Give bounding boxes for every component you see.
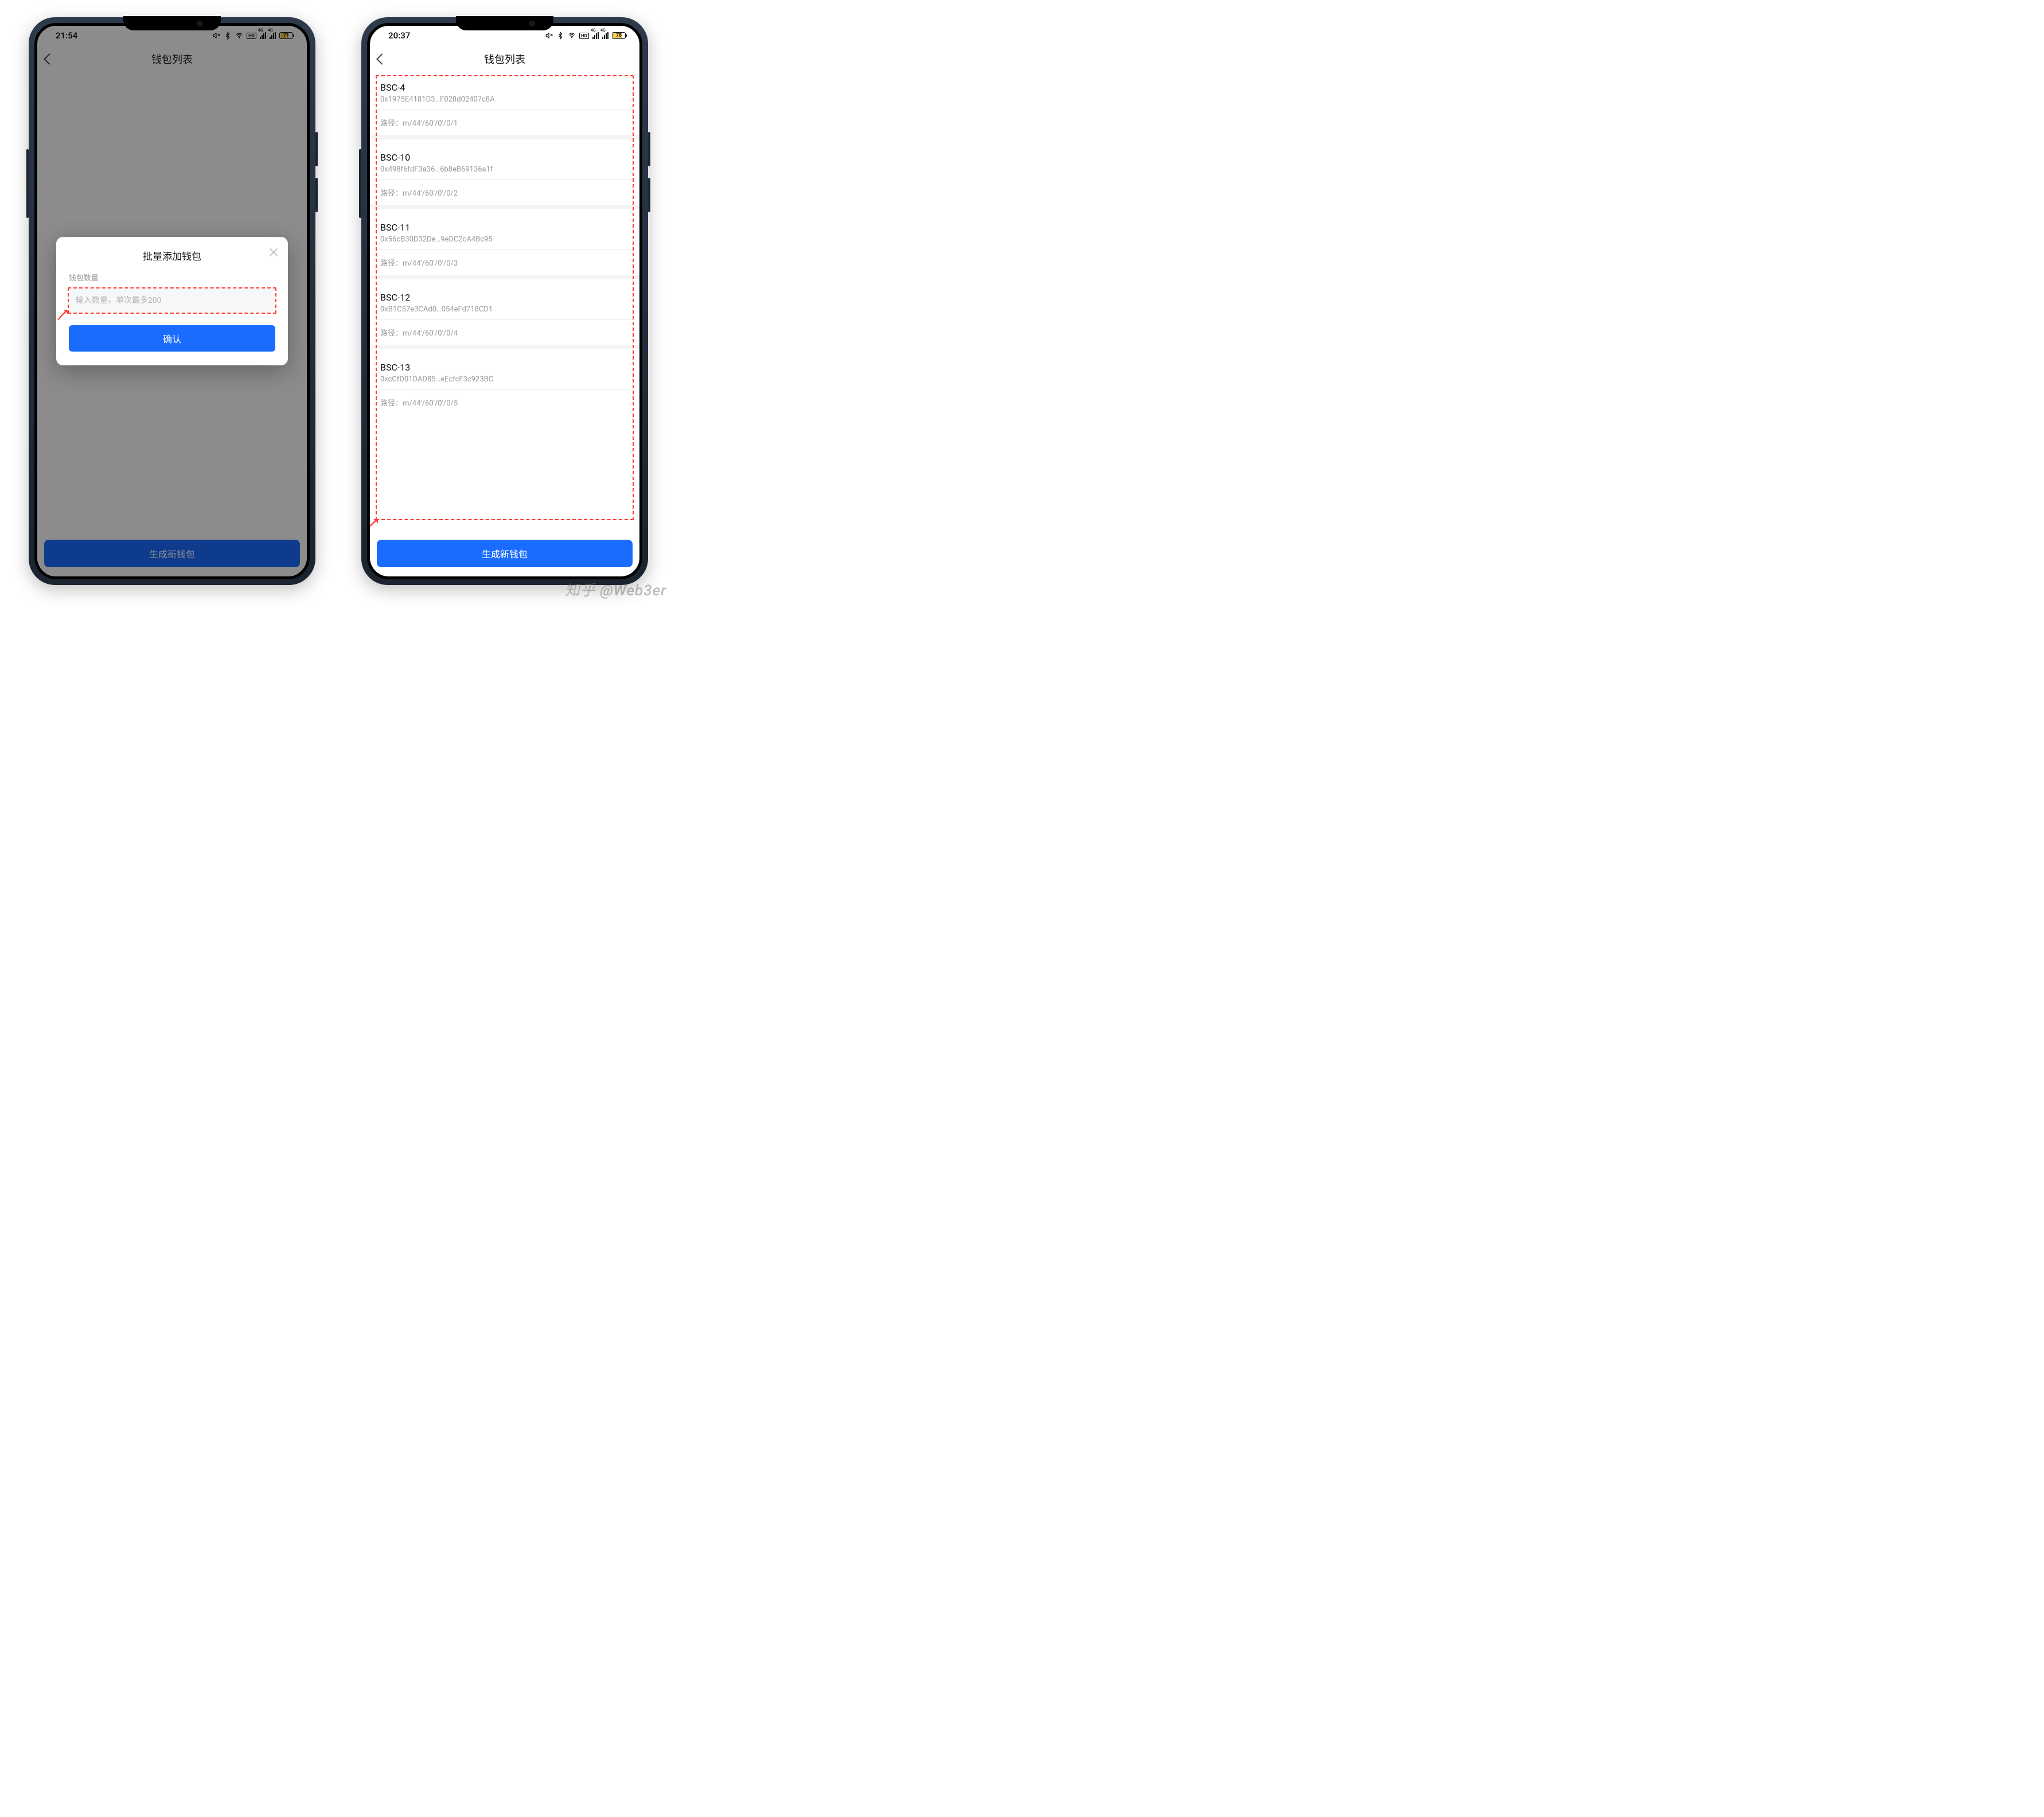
wallet-address: 0xB1C57e3CAd0…054eFd718CD1 (380, 305, 629, 314)
modal-title: 批量添加钱包 (69, 248, 275, 263)
app-header: 钱包列表 (370, 45, 639, 73)
wallet-name: BSC-13 (380, 362, 629, 373)
signal-2-icon: 4G (602, 32, 608, 39)
wallet-item[interactable]: BSC-4 0x1975E4181D3…F028d02407c8A 路径：m/44'… (377, 75, 633, 139)
list-separator (370, 205, 639, 209)
page-title: 钱包列表 (484, 52, 525, 67)
wallet-item[interactable]: BSC-12 0xB1C57e3CAd0…054eFd718CD1 路径：m/44'… (377, 285, 633, 349)
wallet-address: 0xcCfD01DAD85…eEcfcF3c923BC (380, 375, 629, 384)
wallet-item[interactable]: BSC-11 0x56cB30D32De…9eDC2cA4Bc95 路径：m/44'… (377, 215, 633, 279)
screen-left: 21:54 HD 4G 4G 71 钱包列表 生成新钱包 (34, 23, 310, 579)
confirm-button[interactable]: 确认 (69, 325, 275, 352)
list-separator (370, 275, 639, 279)
wallet-name: BSC-11 (380, 222, 629, 233)
wallet-name: BSC-12 (380, 292, 629, 303)
status-icons: HD 4G 4G 78 (545, 32, 626, 40)
wallet-path: 路径：m/44'/60'/0'/0/1 (377, 110, 633, 135)
close-icon[interactable] (268, 247, 279, 258)
back-icon[interactable] (376, 53, 388, 65)
confirm-label: 确认 (163, 332, 181, 345)
wallet-path: 路径：m/44'/60'/0'/0/4 (377, 320, 633, 345)
list-separator (370, 135, 639, 139)
mute-icon (545, 32, 553, 40)
bluetooth-icon (556, 32, 564, 40)
wallet-count-input-wrap (69, 288, 275, 313)
batch-add-modal: 批量添加钱包 钱包数量 确认 (56, 237, 288, 365)
wifi-icon (568, 32, 576, 40)
phone-left-frame: 21:54 HD 4G 4G 71 钱包列表 生成新钱包 (29, 17, 315, 585)
phone-notch (123, 16, 221, 30)
wallet-path: 路径：m/44'/60'/0'/0/2 (377, 180, 633, 205)
screen-right: 20:37 HD 4G 4G 78 钱包列表 BSC-4 0x1975E4181D… (367, 23, 642, 579)
wallet-address: 0x56cB30D32De…9eDC2cA4Bc95 (380, 235, 629, 244)
generate-wallet-button[interactable]: 生成新钱包 (377, 540, 633, 567)
wallet-path: 路径：m/44'/60'/0'/0/3 (377, 250, 633, 275)
generate-wallet-label: 生成新钱包 (482, 547, 528, 560)
phone-right-frame: 20:37 HD 4G 4G 78 钱包列表 BSC-4 0x1975E4181D… (361, 17, 648, 585)
wallet-path: 路径：m/44'/60'/0'/0/5 (377, 390, 633, 415)
wallet-name: BSC-4 (380, 82, 629, 93)
wallet-address: 0x1975E4181D3…F028d02407c8A (380, 95, 629, 104)
battery-icon: 78 (612, 32, 626, 39)
hd-icon: HD (579, 33, 589, 39)
signal-1-icon: 4G (592, 32, 599, 39)
status-time: 20:37 (388, 30, 545, 41)
wallet-count-input[interactable] (69, 288, 275, 313)
wallet-item[interactable]: BSC-13 0xcCfD01DAD85…eEcfcF3c923BC 路径：m/44… (377, 355, 633, 415)
wallet-count-label: 钱包数量 (69, 272, 275, 283)
wallet-list[interactable]: BSC-4 0x1975E4181D3…F028d02407c8A 路径：m/44'… (370, 73, 639, 540)
modal-overlay[interactable]: 批量添加钱包 钱包数量 确认 (37, 26, 307, 576)
list-separator (370, 345, 639, 349)
wallet-name: BSC-10 (380, 152, 629, 163)
content-area: BSC-4 0x1975E4181D3…F028d02407c8A 路径：m/44'… (370, 73, 639, 540)
phone-notch (456, 16, 553, 30)
wallet-item[interactable]: BSC-10 0x498f6fdF3a36…6b8eB69136a1f 路径：m/4… (377, 145, 633, 209)
wallet-address: 0x498f6fdF3a36…6b8eB69136a1f (380, 165, 629, 174)
